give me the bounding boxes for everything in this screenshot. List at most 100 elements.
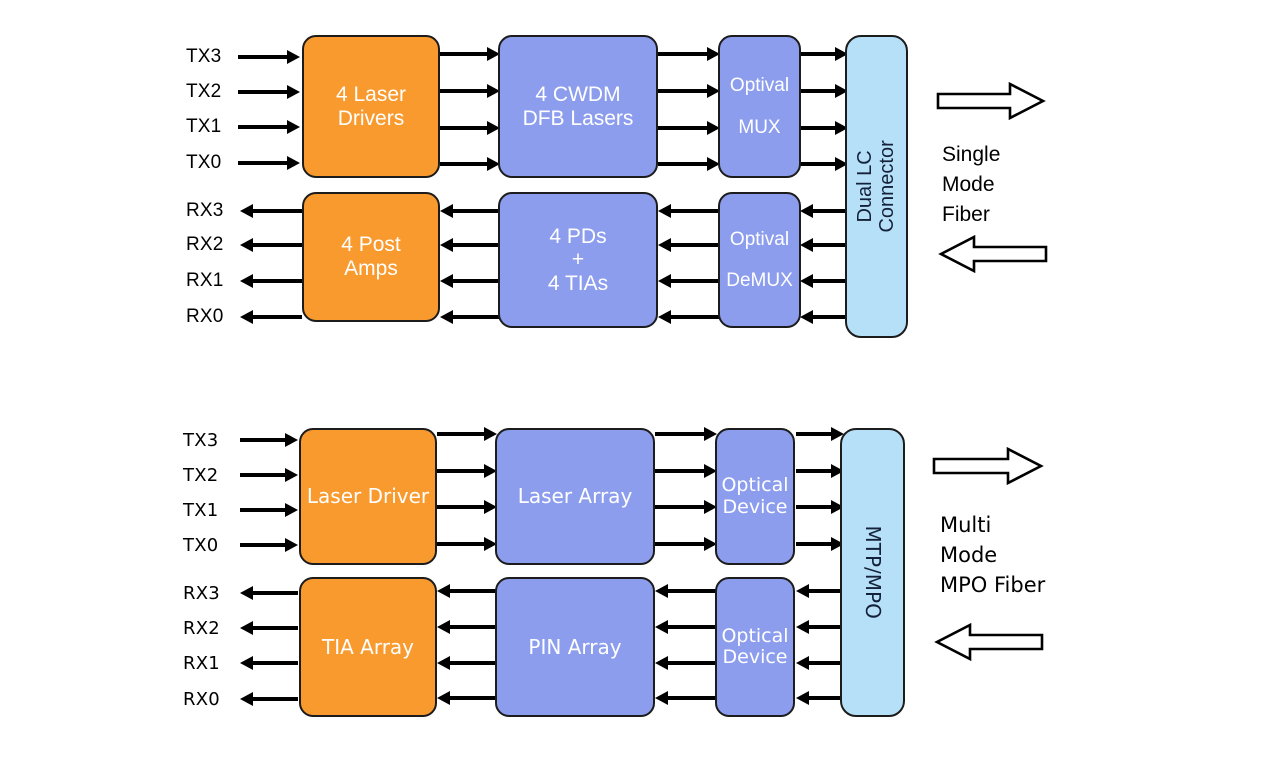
block-pds-tias[interactable]: 4 PDs + 4 TIAs [498, 192, 658, 328]
arrow-left-icon [437, 656, 497, 670]
port-label-rx1: RX1 [183, 653, 220, 674]
arrow-left-icon [658, 274, 720, 288]
block-laser-array[interactable]: Laser Array [495, 428, 655, 565]
arrow-right-icon [796, 427, 844, 441]
arrow-right-icon [658, 157, 720, 171]
arrow-left-icon [440, 274, 500, 288]
arrow-right-icon [238, 120, 300, 134]
arrow-right-icon [655, 464, 717, 478]
block-optical-device-tx[interactable]: Optical Device [715, 428, 795, 565]
arrow-right-icon [240, 503, 298, 517]
block-optical-mux-label-line2: MUX [738, 116, 781, 138]
arrow-right-icon [655, 500, 717, 514]
arrow-left-icon [240, 621, 298, 635]
arrow-right-icon [796, 537, 844, 551]
arrow-right-icon [440, 157, 500, 171]
block-pin-array[interactable]: PIN Array [495, 577, 655, 717]
port-label-rx1: RX1 [186, 270, 224, 291]
arrow-left-icon [240, 586, 298, 600]
block-arrow-right-icon [936, 81, 1046, 125]
arrow-right-icon [437, 500, 497, 514]
arrow-right-icon [796, 500, 844, 514]
block-mtp-mpo-connector[interactable]: MTP/MPO [840, 428, 905, 717]
arrow-left-icon [437, 691, 497, 705]
block-dual-lc-connector[interactable]: Dual LC Connector [845, 35, 908, 338]
block-pin-array-label: PIN Array [528, 634, 622, 659]
port-label-rx0: RX0 [183, 689, 220, 710]
port-label-tx1: TX1 [186, 116, 222, 137]
block-dual-lc-connector-label: Dual LC Connector [854, 140, 899, 233]
block-tia-array[interactable]: TIA Array [299, 577, 437, 717]
port-label-tx0: TX0 [186, 152, 222, 173]
arrow-right-icon [658, 84, 720, 98]
block-laser-drivers-label: 4 Laser Drivers [335, 82, 407, 130]
block-optical-mux[interactable]: Optival MUX [718, 35, 801, 178]
arrow-left-icon [800, 274, 848, 288]
arrow-left-icon [655, 656, 717, 670]
arrow-right-icon [238, 85, 300, 99]
arrow-left-icon [437, 620, 497, 634]
block-laser-array-label: Laser Array [517, 484, 633, 509]
arrow-left-icon [796, 620, 844, 634]
port-label-tx2: TX2 [183, 465, 219, 486]
block-laser-driver[interactable]: Laser Driver [299, 428, 437, 565]
block-arrow-left-icon [932, 622, 1044, 665]
block-post-amps[interactable]: 4 Post Amps [302, 192, 440, 322]
port-label-rx0: RX0 [186, 306, 224, 327]
arrow-left-icon [658, 310, 720, 324]
arrow-right-icon [800, 157, 848, 171]
block-mtp-mpo-connector-label: MTP/MPO [860, 525, 885, 620]
block-cwdm-dfb-lasers-label: 4 CWDM DFB Lasers [522, 82, 634, 130]
arrow-right-icon [796, 464, 844, 478]
arrow-left-icon [655, 584, 717, 598]
port-label-tx3: TX3 [186, 46, 222, 67]
block-arrow-right-icon [932, 446, 1044, 489]
block-optical-device-tx-label: Optical Device [721, 474, 789, 518]
block-diagram-canvas: TX3 TX2 TX1 TX0 RX3 RX2 RX1 RX0 4 Laser … [0, 0, 1267, 770]
arrow-right-icon [655, 537, 717, 551]
block-optical-demux-label-line1: Optival [729, 228, 790, 250]
fiber-caption-single-mode: Single Mode Fiber [942, 143, 1001, 226]
port-label-tx0: TX0 [183, 535, 219, 556]
arrow-right-icon [658, 121, 720, 135]
block-laser-driver-label: Laser Driver [306, 484, 430, 509]
arrow-left-icon [800, 204, 848, 218]
block-optical-demux-label-line2: DeMUX [726, 270, 793, 291]
arrow-right-icon [658, 47, 720, 61]
block-optical-demux[interactable]: Optival DeMUX [718, 192, 801, 328]
block-post-amps-label: 4 Post Amps [341, 233, 401, 280]
block-optical-mux-label-line1: Optival [729, 75, 790, 97]
arrow-left-icon [240, 238, 302, 252]
arrow-left-icon [437, 584, 497, 598]
port-label-rx3: RX3 [183, 583, 220, 604]
port-label-rx2: RX2 [183, 618, 220, 639]
arrow-right-icon [240, 538, 298, 552]
arrow-left-icon [655, 691, 717, 705]
arrow-left-icon [240, 274, 302, 288]
arrow-left-icon [240, 310, 302, 324]
arrow-right-icon [440, 121, 500, 135]
port-label-rx3: RX3 [186, 200, 224, 221]
block-cwdm-dfb-lasers[interactable]: 4 CWDM DFB Lasers [498, 35, 658, 178]
block-tia-array-label: TIA Array [321, 634, 415, 659]
block-optical-device-rx[interactable]: Optical Device [715, 577, 795, 717]
arrow-left-icon [655, 620, 717, 634]
arrow-left-icon [796, 691, 844, 705]
arrow-left-icon [796, 584, 844, 598]
arrow-right-icon [238, 156, 300, 170]
port-label-tx3: TX3 [183, 430, 219, 451]
arrow-right-icon [800, 84, 848, 98]
arrow-right-icon [440, 84, 500, 98]
port-label-rx2: RX2 [186, 234, 224, 255]
arrow-right-icon [655, 427, 717, 441]
block-laser-drivers[interactable]: 4 Laser Drivers [302, 35, 440, 178]
arrow-left-icon [440, 310, 500, 324]
arrow-left-icon [800, 310, 848, 324]
block-optical-device-rx-label: Optical Device [721, 624, 789, 668]
arrow-right-icon [800, 47, 848, 61]
arrow-left-icon [440, 204, 500, 218]
arrow-right-icon [800, 121, 848, 135]
arrow-left-icon [658, 204, 720, 218]
arrow-right-icon [437, 464, 497, 478]
block-pds-tias-label: 4 PDs + 4 TIAs [547, 224, 609, 295]
